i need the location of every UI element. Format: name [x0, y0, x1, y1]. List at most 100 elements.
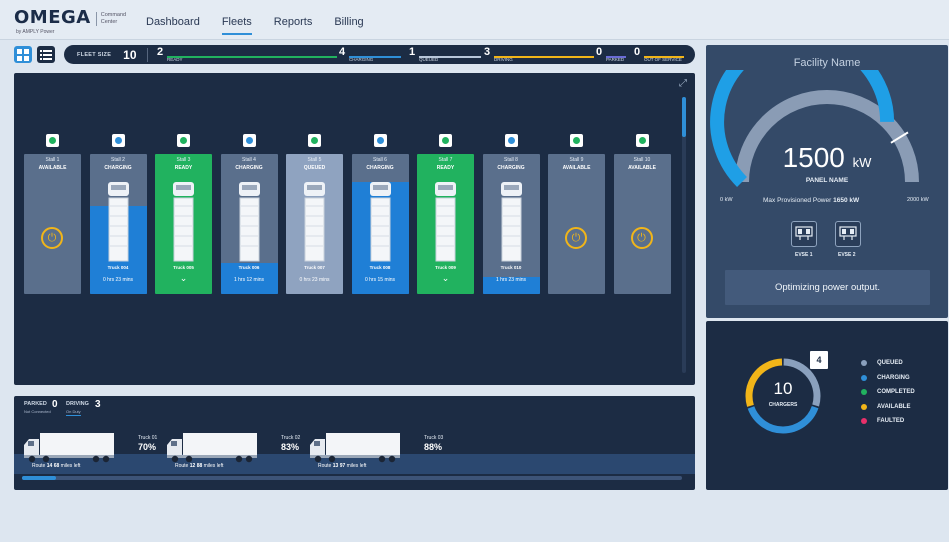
- brand-logo[interactable]: OMEGA Command Center by AMPLY Power: [14, 7, 134, 36]
- stall-name: Stall 6: [373, 157, 387, 163]
- truck-name: Truck 03: [424, 435, 444, 441]
- evse-1-button[interactable]: [791, 221, 817, 247]
- facility-name: Facility Name: [793, 57, 861, 69]
- nav-dashboard[interactable]: Dashboard: [146, 16, 200, 35]
- legend-dot: [861, 418, 867, 424]
- truck-label: Truck 010: [500, 265, 522, 270]
- nav-fleets[interactable]: Fleets: [221, 16, 252, 35]
- chargers-panel: 10 CHARGERS 4 QUEUED CHARGING COMPLETED AVA…: [706, 321, 948, 490]
- stall-card[interactable]: Stall 5 QUEUED Truck 007 0 hrs 23 mins: [286, 154, 343, 294]
- stall-name: Stall 2: [111, 157, 125, 163]
- stall-name: Stall 7: [438, 157, 453, 163]
- nav-billing[interactable]: Billing: [334, 16, 363, 35]
- fleet-size-value: 10: [123, 47, 137, 62]
- stall-name: Stall 10: [633, 157, 651, 163]
- charge-time: 1 hrs 23 mins: [495, 277, 526, 283]
- route-number: 14: [46, 463, 53, 469]
- stall-name: Stall 4: [242, 157, 256, 163]
- stall-status-dot: [635, 134, 649, 147]
- stall-name: Stall 1: [45, 157, 60, 163]
- stall-card[interactable]: Stall 6 CHARGING Truck 008 0 hrs 15 mins: [351, 154, 409, 294]
- stall-status: QUEUED: [303, 165, 326, 171]
- driving-label[interactable]: DRIVING: [66, 401, 89, 407]
- stall-card[interactable]: Stall 8 CHARGING Truck 010 1 hrs 23 mins: [482, 154, 540, 294]
- truck-name: Truck 02: [281, 435, 301, 441]
- grid-view-button[interactable]: [14, 46, 32, 63]
- stall-status-dot: [570, 134, 583, 147]
- chevron-down-icon[interactable]: ⌄: [155, 274, 212, 283]
- road-scrollbar[interactable]: [22, 476, 682, 480]
- chargers-badge: 4: [810, 351, 828, 369]
- stall-card[interactable]: Stall 1 AVAILABLE ⏻: [24, 154, 81, 294]
- stall-status: CHARGING: [497, 165, 525, 171]
- driving-sub: On Duty: [66, 409, 81, 416]
- route-number: 13: [332, 463, 339, 469]
- truck-charge-percent: 70%: [138, 442, 157, 452]
- stall-status-dot: [46, 134, 59, 147]
- plug-icon: ⏻: [565, 227, 587, 249]
- stall-card[interactable]: Stall 9 AVAILABLE ⏻: [548, 154, 605, 294]
- charge-time: 0 hrs 15 mins: [364, 277, 395, 283]
- stall-status-dot: [373, 134, 387, 147]
- status-light: [311, 137, 318, 144]
- truck-label: Truck 007: [304, 265, 325, 270]
- stalls-scrollbar[interactable]: [682, 97, 686, 373]
- nav-reports[interactable]: Reports: [274, 16, 313, 35]
- truck-label: Truck 008: [369, 265, 391, 270]
- road-scroll-thumb[interactable]: [22, 476, 56, 480]
- legend-dot: [861, 403, 867, 410]
- status-light: [442, 137, 449, 144]
- stall-card[interactable]: Stall 2 CHARGING Truck 004 0 hrs 23 mins: [89, 154, 147, 294]
- brand-name: OMEGA: [14, 7, 91, 28]
- list-view-button[interactable]: [37, 46, 55, 63]
- segment-label: PARKED: [606, 57, 625, 62]
- status-light: [638, 137, 646, 144]
- segment-count: 0: [596, 46, 603, 58]
- segment-label: QUEUED: [419, 57, 439, 62]
- truck-image: [433, 182, 458, 267]
- legend-dot: [861, 389, 867, 395]
- truck-topview-icon: [500, 182, 522, 262]
- truck-side-icon: [310, 433, 400, 463]
- segment-count: 0: [634, 46, 641, 58]
- status-light: [376, 137, 384, 144]
- stall-status-dot: [242, 134, 256, 147]
- truck-topview-icon: [435, 182, 456, 262]
- stall-name: Stall 8: [504, 157, 518, 163]
- max-prov-value: 1650 kW: [833, 197, 860, 204]
- truck-image: [171, 182, 196, 267]
- evse-2-label: EVSE 2: [838, 252, 856, 258]
- expand-icon[interactable]: ⤢: [679, 78, 687, 89]
- stall-card[interactable]: Stall 3 READY Truck 005 ⌄: [155, 154, 212, 294]
- status-light: [114, 137, 122, 144]
- stall-card[interactable]: Stall 4 CHARGING Truck 006 1 hrs 12 mins: [220, 154, 278, 294]
- truck-image: [368, 182, 393, 267]
- stall-status: AVAILABLE: [628, 165, 656, 171]
- scroll-thumb[interactable]: [682, 97, 686, 137]
- miles-left: 97: [339, 463, 346, 469]
- evse-2-button[interactable]: [835, 221, 861, 247]
- segment-label: OUT OF SERVICE: [644, 57, 682, 62]
- chevron-down-icon[interactable]: ⌄: [417, 274, 474, 283]
- power-value: 1500: [782, 142, 845, 173]
- charge-time: 0 hrs 23 mins: [102, 277, 133, 283]
- truck-route: Route 14 68 miles left: [32, 463, 80, 469]
- route-label: Route: [175, 463, 190, 469]
- driving-count: 3: [95, 399, 101, 410]
- stall-card[interactable]: Stall 7 READY Truck 009 ⌄: [417, 154, 474, 294]
- truck-topview-icon: [304, 182, 325, 262]
- truck-image: [237, 182, 262, 267]
- charge-time: 1 hrs 12 mins: [233, 277, 264, 283]
- legend-item-charging: CHARGING: [861, 374, 910, 381]
- charger-icon: [795, 226, 813, 240]
- stall-status: AVAILABLE: [562, 165, 591, 171]
- legend-label: COMPLETED: [877, 389, 915, 395]
- truck-side-icon: [167, 433, 257, 463]
- truck-side-icon: [24, 433, 114, 463]
- stall-card[interactable]: Stall 10 AVAILABLE ⏻: [613, 154, 671, 294]
- legend-item-available: AVAILABLE: [861, 403, 910, 410]
- segment-label: READY: [167, 57, 183, 62]
- truck-topview-icon: [369, 182, 391, 262]
- truck-image: [302, 182, 327, 267]
- top-bar: OMEGA Command Center by AMPLY Power Dash…: [0, 0, 949, 40]
